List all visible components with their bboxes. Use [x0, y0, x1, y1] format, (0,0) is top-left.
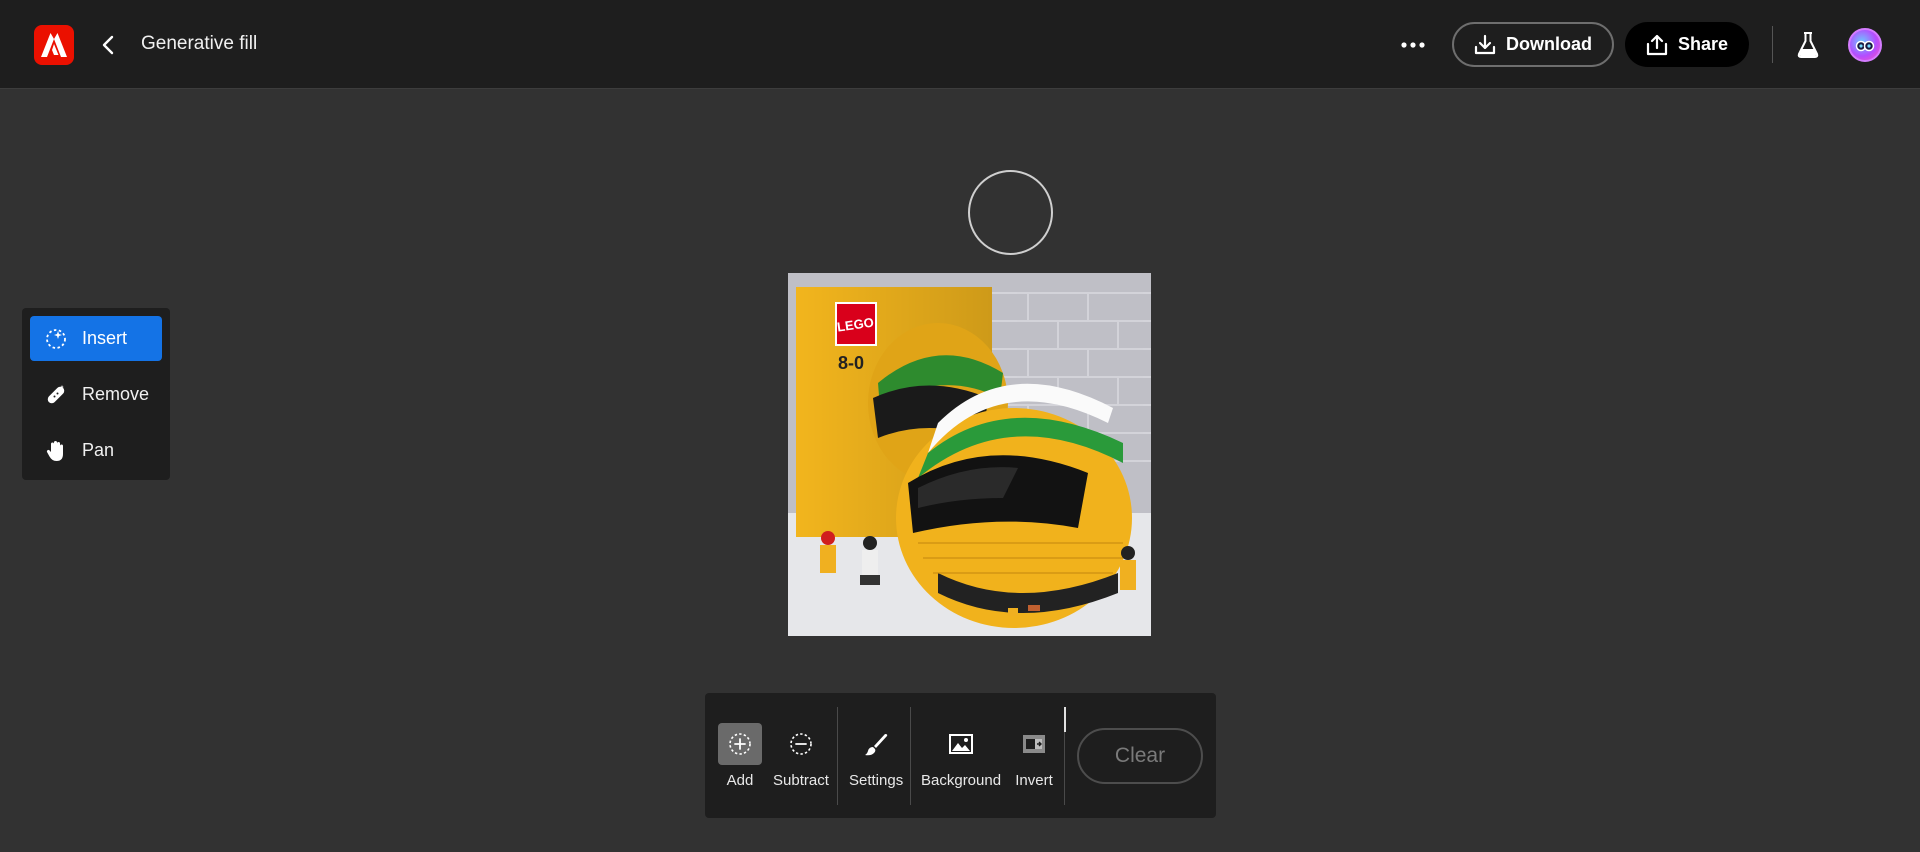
tool-pan[interactable]: Pan	[30, 428, 162, 473]
tool-insert-label: Insert	[82, 328, 128, 348]
invert-label: Invert	[1015, 772, 1053, 789]
clear-button[interactable]: Clear	[1077, 728, 1203, 784]
add-circle-icon	[718, 723, 762, 765]
remove-bandage-icon	[44, 383, 68, 407]
share-label: Share	[1677, 34, 1729, 54]
background-label: Background	[921, 772, 1002, 789]
settings-label: Settings	[849, 772, 904, 789]
avatar[interactable]	[1848, 28, 1882, 62]
add-label: Add	[726, 772, 754, 789]
brush-icon	[854, 723, 898, 765]
insert-sparkle-icon	[44, 327, 68, 351]
toolbar-divider	[837, 707, 838, 805]
add-button[interactable]: Add	[718, 723, 762, 789]
toolbar-divider	[910, 707, 911, 805]
tool-pan-label: Pan	[82, 440, 115, 460]
adobe-logo-icon[interactable]	[34, 25, 74, 65]
subtract-label: Subtract	[773, 772, 829, 789]
image-icon	[939, 723, 983, 765]
subtract-button[interactable]: Subtract	[773, 723, 829, 789]
tool-insert[interactable]: Insert	[30, 316, 162, 361]
download-icon	[1474, 34, 1496, 54]
text-caret	[1064, 707, 1066, 732]
tool-remove-label: Remove	[82, 384, 150, 404]
download-button[interactable]: Download	[1452, 22, 1614, 67]
share-icon	[1646, 34, 1668, 55]
background-button[interactable]: Background	[921, 723, 1001, 789]
brush-cursor	[968, 170, 1053, 255]
invert-button[interactable]: Invert	[1012, 723, 1056, 789]
flask-icon[interactable]	[1794, 30, 1822, 60]
tool-remove[interactable]: Remove	[30, 372, 162, 417]
tool-panel: Insert Remove Pan	[22, 308, 170, 480]
hand-icon	[44, 439, 68, 463]
canvas-image[interactable]: LEGO 8-0	[788, 273, 1151, 636]
more-options-icon[interactable]	[1398, 30, 1428, 60]
bottom-toolbar: Add Subtract Settings Background Invert …	[705, 693, 1216, 818]
settings-button[interactable]: Settings	[849, 723, 903, 789]
download-label: Download	[1506, 34, 1592, 54]
app-header: Generative fill Download Share	[0, 0, 1920, 89]
header-divider	[1772, 26, 1773, 63]
back-icon[interactable]	[96, 29, 120, 61]
invert-icon	[1012, 723, 1056, 765]
share-button[interactable]: Share	[1625, 22, 1749, 67]
page-title: Generative fill	[141, 33, 258, 54]
subtract-circle-icon	[779, 723, 823, 765]
lego-box-number: 8-0	[838, 353, 864, 373]
